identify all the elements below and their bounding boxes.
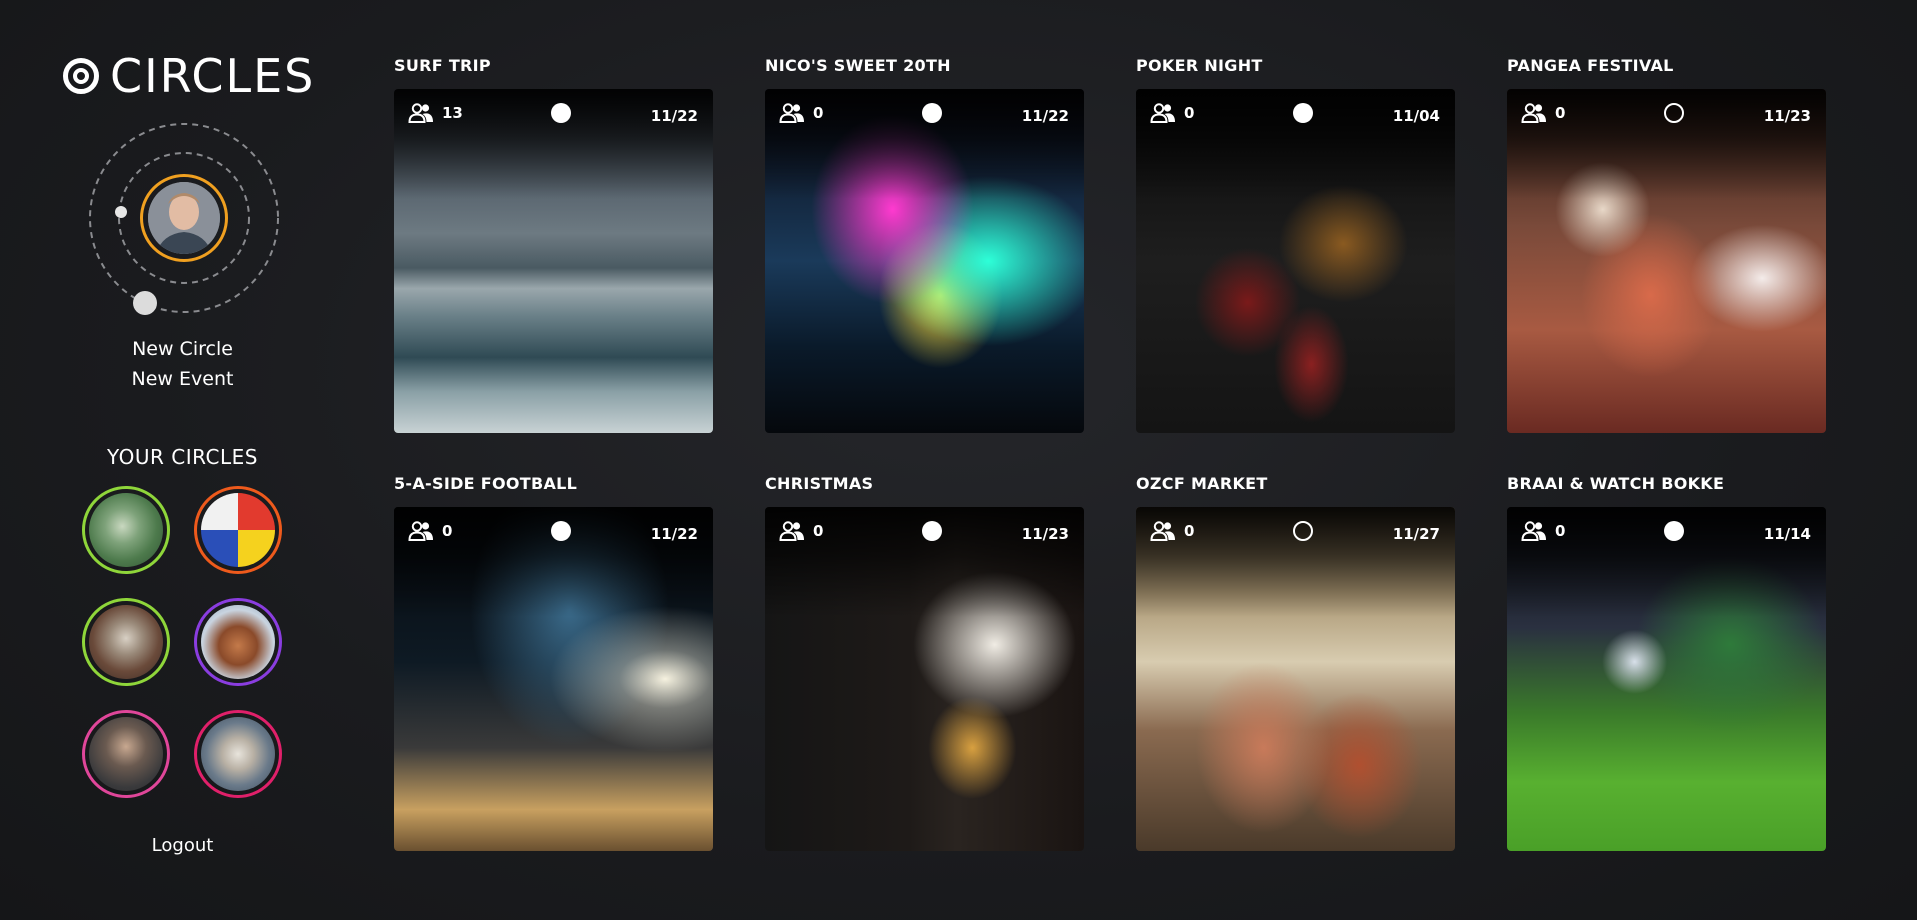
group-icon (1521, 103, 1546, 123)
member-count-value: 13 (442, 104, 463, 122)
member-count: 0 (1150, 521, 1194, 541)
event-date: 11/27 (1392, 525, 1440, 543)
circle-thumb-4[interactable] (194, 598, 282, 686)
status-indicator (1664, 521, 1684, 541)
status-indicator (922, 103, 942, 123)
app-logo[interactable]: CIRCLES (62, 49, 316, 103)
member-count-value: 0 (1555, 522, 1566, 540)
group-icon (1521, 521, 1546, 541)
status-indicator (922, 521, 942, 541)
event-card[interactable]: 13 11/22 (394, 89, 713, 433)
event-card[interactable]: 0 11/23 (1507, 89, 1826, 433)
sidebar: CIRCLES New Circle New Event YOUR CIRCLE… (0, 0, 365, 920)
event-card[interactable]: 0 11/22 (765, 89, 1084, 433)
new-event-link[interactable]: New Event (0, 368, 365, 390)
status-indicator (551, 521, 571, 541)
circle-image (89, 493, 163, 567)
event-date: 11/14 (1763, 525, 1811, 543)
event-title[interactable]: BRAAI & WATCH BOKKE (1507, 474, 1724, 493)
circle-thumb-6[interactable] (194, 710, 282, 798)
group-icon (1150, 103, 1175, 123)
circle-image (89, 717, 163, 791)
group-icon (408, 521, 433, 541)
circle-image (201, 717, 275, 791)
app-name: CIRCLES (110, 49, 316, 103)
member-count-value: 0 (813, 104, 824, 122)
member-count-value: 0 (442, 522, 453, 540)
member-count: 0 (408, 521, 452, 541)
event-date: 11/04 (1392, 107, 1440, 125)
status-indicator (1293, 521, 1313, 541)
circle-thumb-2[interactable] (194, 486, 282, 574)
event-title[interactable]: CHRISTMAS (765, 474, 873, 493)
event-title[interactable]: POKER NIGHT (1136, 56, 1263, 75)
event-card[interactable]: 0 11/22 (394, 507, 713, 851)
event-title[interactable]: OZCF MARKET (1136, 474, 1268, 493)
circle-thumb-5[interactable] (82, 710, 170, 798)
event-date: 11/22 (650, 107, 698, 125)
member-count: 13 (408, 103, 463, 123)
member-count: 0 (1521, 521, 1565, 541)
status-indicator (551, 103, 571, 123)
member-count: 0 (1521, 103, 1565, 123)
event-card[interactable]: 0 11/23 (765, 507, 1084, 851)
member-count: 0 (779, 521, 823, 541)
event-date: 11/22 (1021, 107, 1069, 125)
event-title[interactable]: NICO'S SWEET 20TH (765, 56, 951, 75)
circle-image (89, 605, 163, 679)
group-icon (408, 103, 433, 123)
member-count-value: 0 (813, 522, 824, 540)
member-count: 0 (779, 103, 823, 123)
user-avatar[interactable] (140, 174, 228, 262)
event-title[interactable]: 5-A-SIDE FOOTBALL (394, 474, 577, 493)
logout-link[interactable]: Logout (0, 835, 365, 856)
orbit-planet-large (133, 291, 157, 315)
status-indicator (1293, 103, 1313, 123)
event-card[interactable]: 0 11/27 (1136, 507, 1455, 851)
circle-image (201, 605, 275, 679)
status-indicator (1664, 103, 1684, 123)
event-date: 11/23 (1021, 525, 1069, 543)
member-count-value: 0 (1184, 522, 1195, 540)
target-icon (63, 58, 99, 94)
event-title[interactable]: SURF TRIP (394, 56, 491, 75)
group-icon (779, 521, 804, 541)
member-count: 0 (1150, 103, 1194, 123)
profile-orbit (86, 120, 282, 316)
orbit-planet-small (115, 206, 127, 218)
event-card[interactable]: 0 11/04 (1136, 89, 1455, 433)
event-title[interactable]: PANGEA FESTIVAL (1507, 56, 1674, 75)
your-circles-title: YOUR CIRCLES (107, 445, 258, 469)
group-icon (779, 103, 804, 123)
circle-image (201, 493, 275, 567)
event-card[interactable]: 0 11/14 (1507, 507, 1826, 851)
member-count-value: 0 (1184, 104, 1195, 122)
circle-thumb-3[interactable] (82, 598, 170, 686)
user-avatar-image (148, 182, 220, 254)
group-icon (1150, 521, 1175, 541)
event-date: 11/22 (650, 525, 698, 543)
member-count-value: 0 (1555, 104, 1566, 122)
circle-thumb-1[interactable] (82, 486, 170, 574)
new-circle-link[interactable]: New Circle (0, 338, 365, 360)
event-date: 11/23 (1763, 107, 1811, 125)
